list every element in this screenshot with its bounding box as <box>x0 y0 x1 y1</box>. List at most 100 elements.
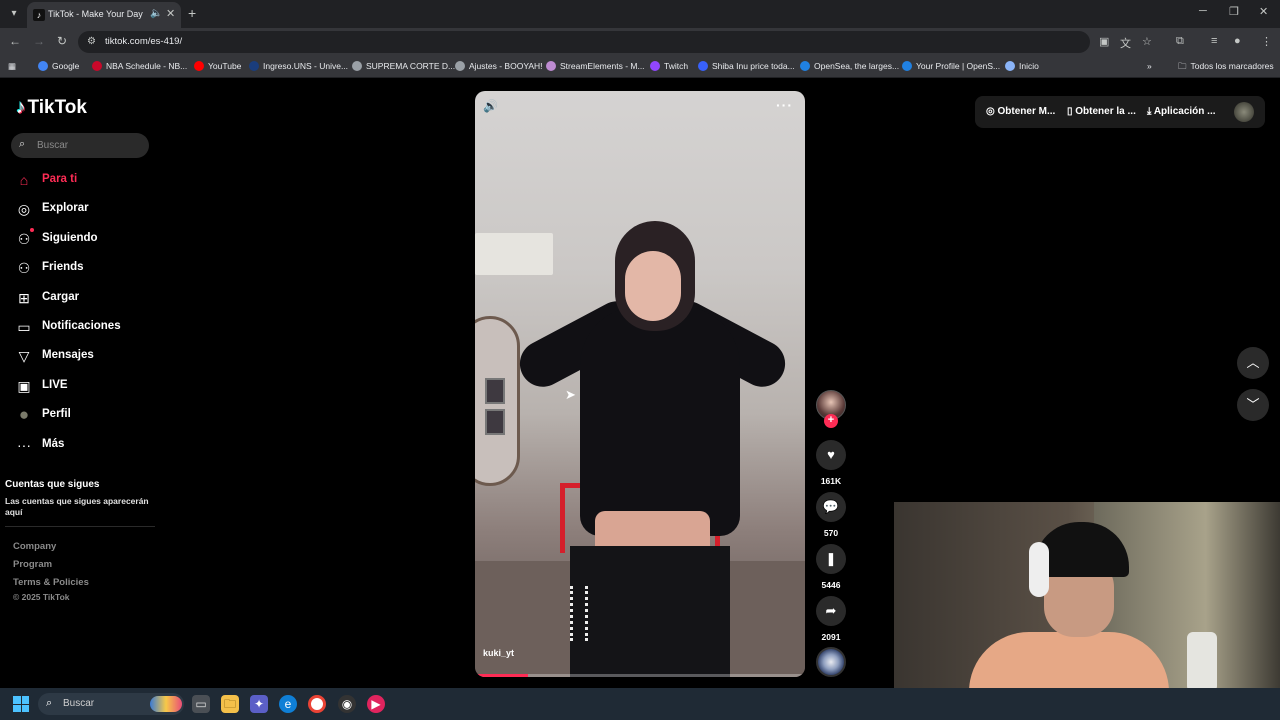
bookmark-favicon-icon <box>38 61 48 71</box>
file-explorer-icon[interactable]: 🗀 <box>221 695 239 713</box>
minimize-icon[interactable]: ─ <box>1199 5 1207 17</box>
tab-close-icon[interactable]: ✕ <box>166 7 175 20</box>
sidebar-item-siguiendo[interactable]: ⚇ Siguiendo <box>14 229 154 249</box>
extensions-icon[interactable]: ⧉ <box>1176 35 1184 48</box>
sidebar-item-notificaciones[interactable]: ▭ Notificaciones <box>14 317 154 337</box>
all-bookmarks-folder[interactable]: 🗀 Todos los marcadores <box>1178 61 1274 75</box>
get-app-button[interactable]: ▯ Obtener la ... <box>1067 106 1136 117</box>
bookmark-favicon-icon <box>546 61 556 71</box>
bookmark-item[interactable]: Ingreso.UNS - Unive... <box>249 61 348 71</box>
bookmark-star-icon[interactable]: ☆ <box>1142 35 1152 48</box>
obs-icon[interactable]: ◉ <box>338 695 356 713</box>
music-disc-icon[interactable] <box>816 647 846 677</box>
bookmark-item[interactable]: Ajustes - BOOYAH! <box>455 61 543 71</box>
browser-tab[interactable]: ♪ TikTok - Make Your Day 🔈 ✕ <box>27 2 181 28</box>
new-tab-button[interactable]: + <box>188 5 196 21</box>
sidebar-item-live[interactable]: ▣ LIVE <box>14 376 154 396</box>
bookmark-item[interactable]: YouTube <box>194 61 241 71</box>
tab-search-button[interactable]: ▾ <box>6 6 22 22</box>
bookmark-icon[interactable]: ❚ <box>816 544 846 574</box>
sidebar-item-explorar[interactable]: ◎ Explorar <box>14 199 154 219</box>
webcam-person-shirt <box>969 632 1169 688</box>
tiktok-page: ♪ TikTok ⌕ Buscar ⌂ Para ti ◎ Explorar ⚇ Sigui… <box>0 79 1280 688</box>
next-video-chevron-down-icon[interactable]: ﹀ <box>1237 389 1269 421</box>
url-text: tiktok.com/es-419/ <box>105 36 183 47</box>
footer-link-terms[interactable]: Terms & Policies <box>13 577 89 588</box>
bookmark-item[interactable]: SUPREMA CORTE D... <box>352 61 455 71</box>
media-control-icon[interactable]: ≡ <box>1211 35 1217 47</box>
video-player[interactable]: 🔊 ··· ➤ kuki_yt <box>475 91 805 677</box>
bookmark-favicon-icon <box>249 61 259 71</box>
bookmark-item[interactable]: Google <box>38 61 79 71</box>
compass-icon: ◎ <box>17 201 31 218</box>
video-username[interactable]: kuki_yt <box>483 648 514 658</box>
sidebar-item-label: Friends <box>42 261 84 274</box>
following-heading: Cuentas que sigues <box>5 479 100 490</box>
video-frame-art <box>485 378 505 404</box>
bookmark-item[interactable]: Shiba Inu price toda... <box>698 61 795 71</box>
bookmark-label: YouTube <box>208 61 242 71</box>
search-input[interactable]: ⌕ Buscar <box>11 133 149 158</box>
bookmark-item[interactable]: StreamElements - M... <box>546 61 645 71</box>
sidebar-item-label: Siguiendo <box>42 231 98 244</box>
tiktok-note-icon: ♪ <box>16 97 26 118</box>
bookmark-item[interactable]: OpenSea, the larges... <box>800 61 899 71</box>
sidebar-item-perfil[interactable]: ● Perfil <box>14 405 154 425</box>
search-icon: ⌕ <box>19 138 26 150</box>
task-view-icon[interactable]: ▭ <box>192 695 210 713</box>
copilot-icon[interactable]: ✦ <box>250 695 268 713</box>
sidebar-item-label: Mensajes <box>42 349 94 362</box>
bookmark-favicon-icon <box>1005 61 1015 71</box>
tiktok-logo[interactable]: ♪ TikTok <box>16 97 87 119</box>
media-player-icon[interactable]: ▶ <box>367 695 385 713</box>
menu-kebab-icon[interactable]: ⋮ <box>1261 35 1272 48</box>
bookmark-label: Ingreso.UNS - Unive... <box>263 61 349 71</box>
search-highlight-icon <box>150 696 182 712</box>
windows-start-icon[interactable] <box>13 696 29 712</box>
sidebar-item-m-s[interactable]: ··· Más <box>14 435 154 455</box>
restore-icon[interactable]: ❐ <box>1229 5 1239 18</box>
footer-link-company[interactable]: Company <box>13 541 56 552</box>
speaker-icon[interactable]: 🔈 <box>150 8 162 19</box>
address-bar[interactable]: ⚙ tiktok.com/es-419/ <box>78 31 1090 53</box>
bookmark-label: Ajustes - BOOYAH! <box>469 61 543 71</box>
edge-browser-icon[interactable]: e <box>279 695 297 713</box>
forward-arrow-icon[interactable]: → <box>33 34 45 48</box>
back-arrow-icon[interactable]: ← <box>9 34 21 48</box>
bookmark-favicon-icon <box>650 61 660 71</box>
volume-icon[interactable]: 🔊 <box>483 99 498 113</box>
bookmark-item[interactable]: Inicio <box>1005 61 1039 71</box>
share-arrow-icon[interactable]: ➦ <box>816 596 846 626</box>
video-progress-bar[interactable] <box>475 674 805 677</box>
messages-icon: ▽ <box>18 348 30 365</box>
bookmark-item[interactable]: Twitch <box>650 61 688 71</box>
reload-icon[interactable]: ↻ <box>57 34 67 48</box>
taskbar-search-input[interactable]: ⌕ Buscar <box>38 693 184 715</box>
install-app-icon[interactable]: ▣ <box>1099 35 1109 48</box>
user-avatar[interactable] <box>1234 102 1254 122</box>
download-icon: ⤓ <box>1147 106 1154 117</box>
bookmark-item[interactable]: Your Profile | OpenS... <box>902 61 1000 71</box>
bookmark-favicon-icon <box>352 61 362 71</box>
previous-video-chevron-up-icon[interactable]: ︿ <box>1237 347 1269 379</box>
apps-grid-icon[interactable]: ▦ <box>8 61 16 72</box>
footer-link-program[interactable]: Program <box>13 559 52 570</box>
profile-avatar-icon[interactable]: ● <box>1234 35 1241 47</box>
like-heart-icon[interactable]: ♥ <box>816 440 846 470</box>
sidebar-item-para-ti[interactable]: ⌂ Para ti <box>14 170 154 190</box>
bookmark-item[interactable]: NBA Schedule - NB... <box>92 61 187 71</box>
sidebar-item-mensajes[interactable]: ▽ Mensajes <box>14 346 154 366</box>
window-close-icon[interactable]: ✕ <box>1259 5 1268 18</box>
more-options-icon[interactable]: ··· <box>776 97 793 113</box>
comment-icon[interactable]: 💬 <box>816 492 846 522</box>
site-info-icon[interactable]: ⚙ <box>87 36 96 47</box>
more-bookmarks-icon[interactable]: » <box>1147 61 1152 71</box>
upload-icon: ⊞ <box>18 289 30 306</box>
sidebar-item-friends[interactable]: ⚇ Friends <box>14 258 154 278</box>
sidebar-item-cargar[interactable]: ⊞ Cargar <box>14 288 154 308</box>
get-coins-button[interactable]: ◎ Obtener M... <box>986 106 1055 117</box>
translate-icon[interactable]: 文 <box>1120 35 1131 51</box>
desktop-app-button[interactable]: ⤓ Aplicación ... <box>1147 106 1216 117</box>
chrome-browser-icon[interactable] <box>308 695 326 713</box>
follow-plus-icon[interactable]: + <box>824 414 838 428</box>
